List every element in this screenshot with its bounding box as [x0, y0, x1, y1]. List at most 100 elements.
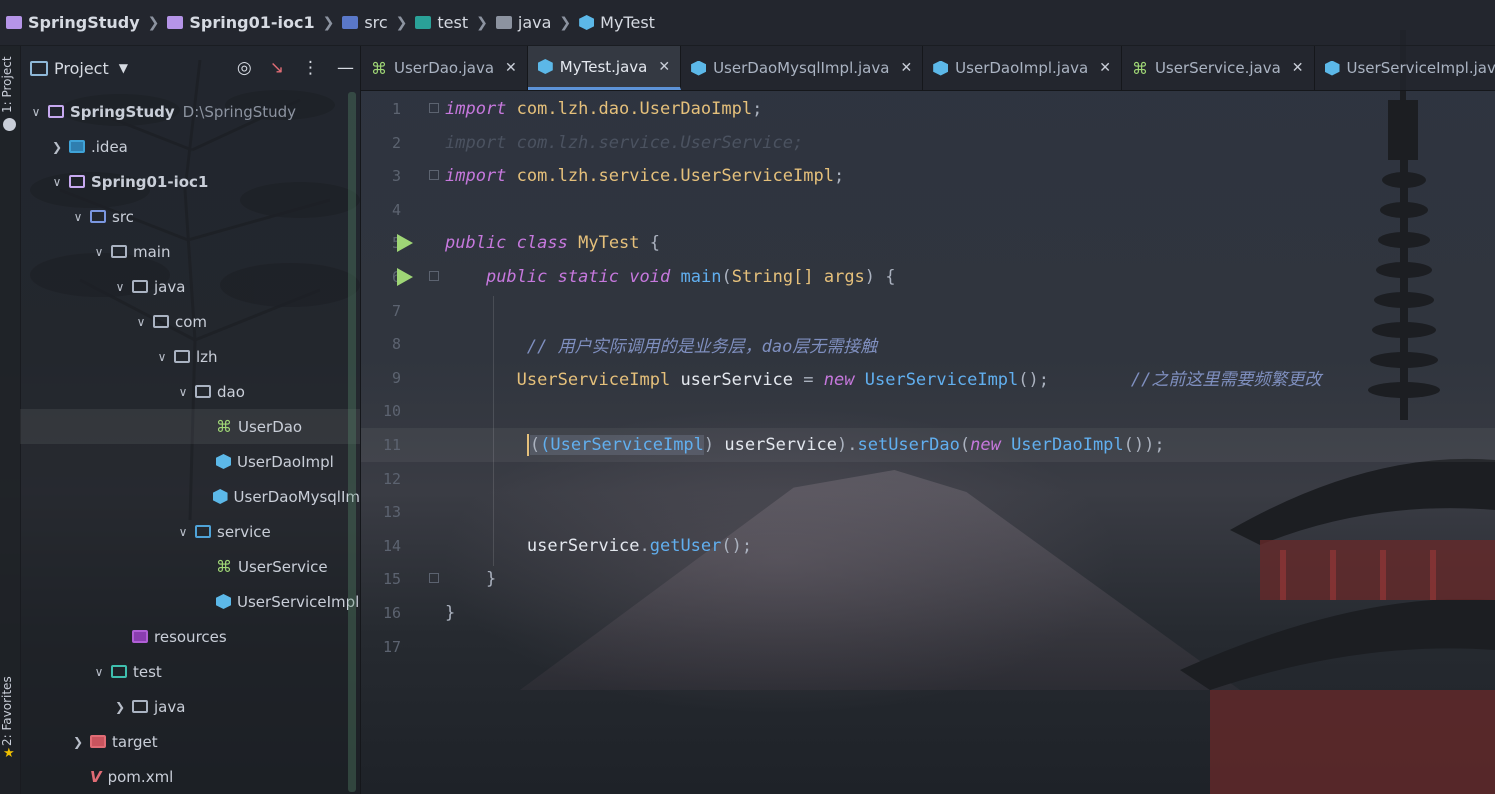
tree-item[interactable]: ∨ test	[20, 654, 360, 689]
editor-tab[interactable]: ⌘ UserService.java ✕	[1122, 46, 1315, 90]
chevron-down-icon[interactable]: ∨	[154, 350, 170, 364]
structure-icon[interactable]	[3, 118, 16, 131]
editor-tab[interactable]: UserDaoImpl.java ✕	[923, 46, 1122, 90]
run-gutter-icon[interactable]	[397, 268, 413, 286]
code-token: ) {	[864, 267, 896, 287]
project-tree-scrollbar[interactable]	[348, 92, 356, 792]
editor-tab[interactable]: ⌘ UserDao.java ✕	[361, 46, 528, 90]
minimize-icon[interactable]: —	[337, 58, 354, 78]
fold-marker-icon[interactable]	[429, 170, 439, 181]
more-options-icon[interactable]: ⋮	[302, 58, 319, 78]
fold-marker-icon[interactable]	[429, 271, 439, 281]
tree-item[interactable]: UserDaoImpl	[20, 444, 360, 479]
code-line[interactable]: 9 UserServiceImpl userService = new User…	[361, 361, 1495, 395]
chevron-down-icon[interactable]: ∨	[91, 665, 107, 679]
tree-item[interactable]: ∨ Spring01-ioc1	[20, 164, 360, 199]
chevron-right-icon: ❯	[395, 14, 408, 31]
breadcrumb-item-spring01-ioc1[interactable]: Spring01-ioc1	[167, 13, 315, 32]
tree-item[interactable]: ∨ main	[20, 234, 360, 269]
code-token: ).	[837, 435, 858, 455]
fold-marker-icon[interactable]	[429, 573, 439, 584]
breadcrumb-item-mytest[interactable]: MyTest	[579, 13, 655, 32]
code-line[interactable]: 6 public static void main(String[] args)…	[361, 260, 1495, 294]
tree-item[interactable]: ⌘ UserDao	[20, 409, 360, 444]
chevron-down-icon[interactable]: ∨	[49, 175, 65, 189]
chevron-right-icon[interactable]: ❯	[49, 140, 65, 154]
code-line[interactable]: 10	[361, 394, 1495, 428]
chevron-down-icon[interactable]: ∨	[91, 245, 107, 259]
editor-tab[interactable]: MyTest.java ✕	[527, 46, 682, 90]
fold-marker-icon[interactable]	[429, 103, 439, 113]
code-line[interactable]: 4	[361, 193, 1495, 227]
breadcrumb-item-java[interactable]: java	[495, 13, 551, 32]
tree-item[interactable]: ⌘ UserService	[20, 549, 360, 584]
tree-item[interactable]: resources	[20, 619, 360, 654]
close-icon[interactable]: ✕	[1292, 60, 1304, 76]
code-token: // 用户实际调用的是业务层，dao层无需接触	[526, 336, 878, 357]
code-line[interactable]: 13	[361, 495, 1495, 529]
close-icon[interactable]: ✕	[505, 60, 517, 76]
favorites-tool-window-button[interactable]: 2: Favorites	[0, 666, 20, 756]
close-icon[interactable]: ✕	[658, 59, 670, 75]
tree-item[interactable]: UserDaoMysqlIm	[20, 479, 360, 514]
tree-item[interactable]: Vpom.xml	[20, 759, 360, 794]
code-line[interactable]: 5 public class MyTest {	[361, 226, 1495, 260]
close-icon[interactable]: ✕	[900, 60, 912, 76]
code-token: =	[803, 370, 814, 391]
project-tool-window-button[interactable]: 1: Project	[0, 50, 20, 120]
run-gutter-icon[interactable]	[397, 234, 413, 253]
tree-item[interactable]: ∨ service	[20, 514, 360, 549]
tree-item[interactable]: ❯ .idea	[20, 129, 360, 164]
chevron-down-icon[interactable]: ∨	[28, 105, 44, 119]
code-line[interactable]: 8 // 用户实际调用的是业务层，dao层无需接触	[361, 327, 1495, 361]
chevron-down-icon[interactable]: ∨	[133, 315, 149, 329]
chevron-down-icon[interactable]: ∨	[70, 210, 86, 224]
code-text: public static void main(String[] args) {	[445, 267, 896, 287]
tree-item[interactable]: ∨ SpringStudy D:\SpringStudy	[20, 94, 360, 129]
code-line[interactable]: 15 }	[361, 562, 1495, 596]
close-icon[interactable]: ✕	[1099, 60, 1111, 76]
tree-item[interactable]: ∨ lzh	[20, 339, 360, 374]
code-line[interactable]: 11 ((UserServiceImpl) userService).setUs…	[361, 428, 1495, 462]
chevron-down-icon[interactable]: ∨	[175, 525, 191, 539]
code-token: userService	[526, 535, 640, 556]
chevron-down-icon[interactable]: ∨	[175, 385, 191, 399]
editor-tab[interactable]: UserDaoMysqlImpl.java ✕	[681, 46, 924, 90]
navigation-breadcrumb: SpringStudy ❯ Spring01-ioc1 ❯ src ❯ test…	[0, 0, 1495, 46]
folder-icon	[195, 385, 211, 398]
breadcrumb-item-src[interactable]: src	[342, 13, 388, 32]
code-line[interactable]: 17	[361, 630, 1495, 664]
breadcrumb-item-springstudy[interactable]: SpringStudy	[6, 13, 140, 32]
tree-item[interactable]: ∨ src	[20, 199, 360, 234]
target-locate-icon[interactable]: ◎	[237, 58, 252, 78]
tree-item[interactable]: ∨ com	[20, 304, 360, 339]
tree-item[interactable]: ❯ target	[20, 724, 360, 759]
code-token: com.lzh.service.UserServiceImpl	[516, 166, 834, 187]
text-caret	[526, 434, 529, 456]
code-editor[interactable]: 1 import com.lzh.dao.UserDaoImpl; 2 import …	[361, 91, 1495, 794]
code-line[interactable]: 14 userService.getUser();	[361, 529, 1495, 563]
breadcrumb-item-test[interactable]: test	[415, 13, 468, 32]
tree-item[interactable]: ∨ dao	[20, 374, 360, 409]
editor-tab[interactable]: UserServiceImpl.java✕	[1315, 46, 1495, 90]
collapse-all-icon[interactable]: ↘	[270, 58, 284, 78]
code-line[interactable]: 3 import com.lzh.service.UserServiceImpl;	[361, 159, 1495, 193]
tree-item[interactable]: ∨ java	[20, 269, 360, 304]
tree-item[interactable]: ❯ java	[20, 689, 360, 724]
editor-gutter	[401, 529, 445, 563]
code-line[interactable]: 1 import com.lzh.dao.UserDaoImpl;	[361, 92, 1495, 126]
line-number: 9	[391, 368, 401, 387]
chevron-right-icon[interactable]: ❯	[70, 735, 86, 749]
code-line[interactable]: 7	[361, 294, 1495, 328]
chevron-down-icon[interactable]: ∨	[112, 280, 128, 294]
code-line[interactable]: 12	[361, 462, 1495, 496]
tree-item[interactable]: UserServiceImpl	[20, 584, 360, 619]
code-line[interactable]: 2 import com.lzh.service.UserService;	[361, 126, 1495, 160]
maven-icon: V	[90, 767, 102, 786]
editor-gutter	[401, 394, 445, 428]
chevron-right-icon[interactable]: ❯	[112, 700, 128, 714]
code-line[interactable]: 16}	[361, 596, 1495, 630]
tab-label: MyTest.java	[559, 57, 648, 76]
project-view-selector[interactable]: Project ▼	[30, 59, 128, 78]
code-token: import	[445, 166, 507, 187]
